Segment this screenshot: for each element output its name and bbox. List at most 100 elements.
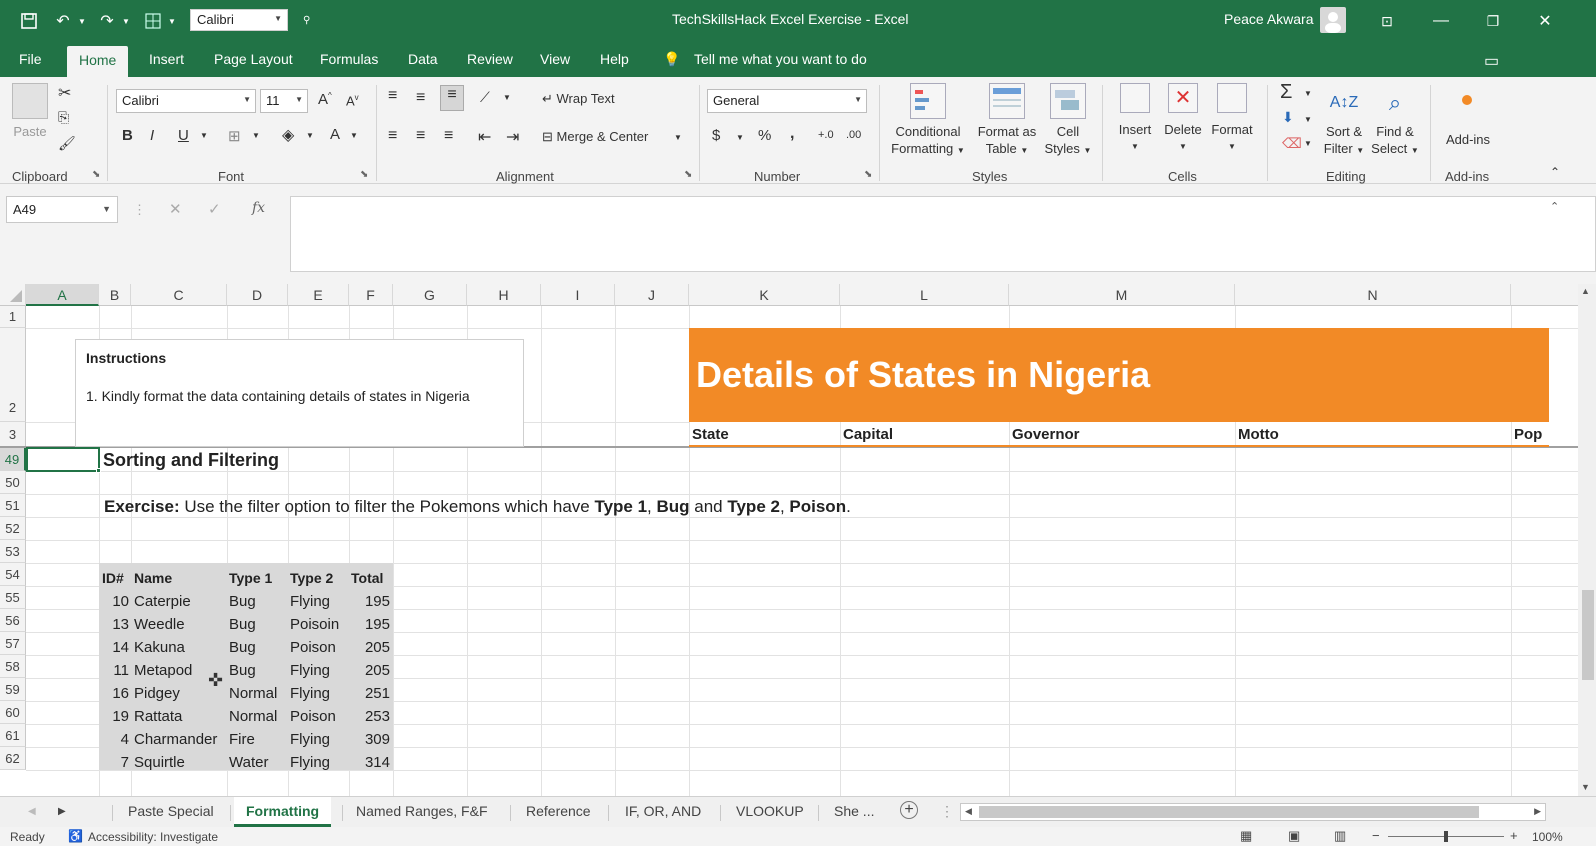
cell-styles-button[interactable]: Cell Styles ▼: [1040, 83, 1096, 159]
row-header-2[interactable]: 2: [0, 328, 26, 422]
insert-cells-button[interactable]: Insert ▼: [1112, 83, 1158, 155]
sheet-tab-named-ranges[interactable]: Named Ranges, F&F: [356, 803, 488, 819]
scroll-left-icon[interactable]: ◀: [965, 806, 972, 817]
clear-dropdown-icon[interactable]: ▼: [1304, 139, 1312, 148]
number-launcher-icon[interactable]: ⬊: [864, 169, 872, 180]
save-icon[interactable]: [18, 10, 40, 32]
column-header-e[interactable]: E: [288, 284, 349, 306]
zoom-level[interactable]: 100%: [1532, 830, 1563, 844]
horizontal-scrollbar[interactable]: ◀ ▶: [960, 803, 1546, 821]
alignment-launcher-icon[interactable]: ⬊: [684, 169, 692, 180]
row-header-61[interactable]: 61: [0, 724, 26, 747]
orientation-icon[interactable]: ⟋: [480, 89, 490, 106]
cancel-entry-icon[interactable]: ✕: [169, 200, 182, 218]
column-header-a[interactable]: A: [26, 284, 99, 306]
row-header-1[interactable]: 1: [0, 306, 26, 328]
font-size-select[interactable]: 11 ▼: [260, 89, 308, 113]
copy-icon[interactable]: ⎘: [58, 109, 69, 126]
tab-insert[interactable]: Insert: [149, 51, 184, 67]
orientation-dropdown-icon[interactable]: ▼: [503, 93, 511, 102]
decrease-indent-icon[interactable]: ⇤: [478, 127, 491, 147]
font-launcher-icon[interactable]: ⬊: [360, 169, 368, 180]
column-header-n[interactable]: N: [1235, 284, 1511, 306]
delete-cells-button[interactable]: ✕ Delete ▼: [1160, 83, 1206, 155]
sheet-tab-if-or-and[interactable]: IF, OR, AND: [625, 803, 701, 819]
clipboard-launcher-icon[interactable]: ⬊: [92, 169, 100, 180]
column-header-d[interactable]: D: [227, 284, 288, 306]
scroll-right-icon[interactable]: ▶: [1534, 806, 1541, 817]
sheet-tab-vlookup[interactable]: VLOOKUP: [736, 803, 804, 819]
confirm-entry-icon[interactable]: ✓: [208, 200, 221, 218]
qat-font-select[interactable]: Calibri ▼: [190, 9, 288, 31]
horizontal-scroll-thumb[interactable]: [979, 806, 1479, 818]
avatar[interactable]: [1320, 7, 1346, 33]
instructions-textbox[interactable]: Instructions 1. Kindly format the data c…: [75, 339, 524, 447]
comma-button[interactable]: ,: [790, 125, 794, 143]
redo-icon[interactable]: ↷: [96, 10, 118, 32]
row-header-50[interactable]: 50: [0, 471, 26, 494]
sheet-tab-formatting[interactable]: Formatting: [234, 797, 332, 827]
currency-dropdown-icon[interactable]: ▼: [736, 133, 744, 142]
scroll-down-icon[interactable]: ▼: [1581, 782, 1590, 792]
increase-font-icon[interactable]: A^: [318, 91, 332, 108]
row-header-60[interactable]: 60: [0, 701, 26, 724]
fill-dropdown-icon[interactable]: ▼: [1304, 115, 1312, 124]
fill-icon[interactable]: ⬇: [1282, 109, 1294, 126]
percent-button[interactable]: %: [758, 127, 771, 144]
clear-icon[interactable]: ⌫: [1282, 135, 1302, 152]
middle-align-icon[interactable]: ≡: [416, 89, 425, 107]
zoom-out-icon[interactable]: −: [1372, 828, 1380, 843]
cut-icon[interactable]: ✂: [58, 83, 71, 103]
align-left-icon[interactable]: ≡: [388, 127, 397, 145]
name-box[interactable]: A49 ▼: [6, 196, 118, 223]
tab-page-layout[interactable]: Page Layout: [214, 51, 293, 67]
underline-button[interactable]: U: [178, 127, 189, 144]
column-header-b[interactable]: B: [99, 284, 131, 306]
normal-view-icon[interactable]: ▦: [1240, 828, 1252, 844]
underline-dropdown-icon[interactable]: ▼: [200, 131, 208, 140]
column-header-k[interactable]: K: [689, 284, 840, 306]
format-as-table-button[interactable]: Format as Table ▼: [972, 83, 1042, 159]
row-header-51[interactable]: 51: [0, 494, 26, 517]
column-header-i[interactable]: I: [541, 284, 615, 306]
row-header-56[interactable]: 56: [0, 609, 26, 632]
select-all-corner[interactable]: [0, 284, 26, 306]
redo-dropdown-icon[interactable]: ▼: [122, 17, 130, 26]
top-align-icon[interactable]: ≡: [388, 87, 397, 105]
wrap-text-button[interactable]: ↵ Wrap Text: [542, 91, 615, 107]
row-header-58[interactable]: 58: [0, 655, 26, 678]
row-header-3[interactable]: 3: [0, 422, 26, 447]
column-header-g[interactable]: G: [393, 284, 467, 306]
tell-me-search[interactable]: Tell me what you want to do: [694, 51, 867, 67]
merge-dropdown-icon[interactable]: ▼: [674, 133, 682, 142]
row-header-52[interactable]: 52: [0, 517, 26, 540]
vertical-scroll-thumb[interactable]: [1582, 590, 1594, 680]
tab-home[interactable]: Home: [67, 46, 129, 77]
align-center-icon[interactable]: ≡: [416, 127, 425, 145]
selected-cell-a49[interactable]: [26, 447, 100, 472]
column-header-l[interactable]: L: [840, 284, 1009, 306]
sheet-tab-paste-special[interactable]: Paste Special: [128, 803, 214, 819]
font-color-icon[interactable]: A: [330, 126, 340, 143]
font-name-select[interactable]: Calibri ▼: [116, 89, 256, 113]
worksheet-grid[interactable]: A B C D E F G H I J K L M N 1 2 3 49 50 …: [0, 284, 1578, 796]
decrease-font-icon[interactable]: Av: [346, 93, 359, 108]
column-header-j[interactable]: J: [615, 284, 689, 306]
italic-button[interactable]: I: [150, 127, 154, 144]
zoom-slider-thumb[interactable]: [1444, 831, 1448, 842]
insert-function-button[interactable]: fx: [252, 200, 265, 216]
prev-sheet-icon[interactable]: ◀: [28, 806, 36, 817]
comments-icon[interactable]: ▭: [1484, 51, 1499, 71]
bold-button[interactable]: B: [122, 127, 133, 144]
next-sheet-icon[interactable]: ▶: [58, 806, 66, 817]
currency-icon[interactable]: $: [712, 127, 720, 144]
scroll-up-icon[interactable]: ▲: [1581, 286, 1590, 296]
fill-color-dropdown-icon[interactable]: ▼: [306, 131, 314, 140]
tab-data[interactable]: Data: [408, 51, 438, 67]
tab-file[interactable]: File: [19, 51, 42, 67]
add-ins-button[interactable]: Add-ins: [1440, 83, 1496, 148]
align-right-icon[interactable]: ≡: [444, 127, 453, 145]
increase-indent-icon[interactable]: ⇥: [506, 127, 519, 147]
borders-dropdown-icon[interactable]: ▼: [252, 131, 260, 140]
borders-qat-dropdown-icon[interactable]: ▼: [168, 17, 176, 26]
